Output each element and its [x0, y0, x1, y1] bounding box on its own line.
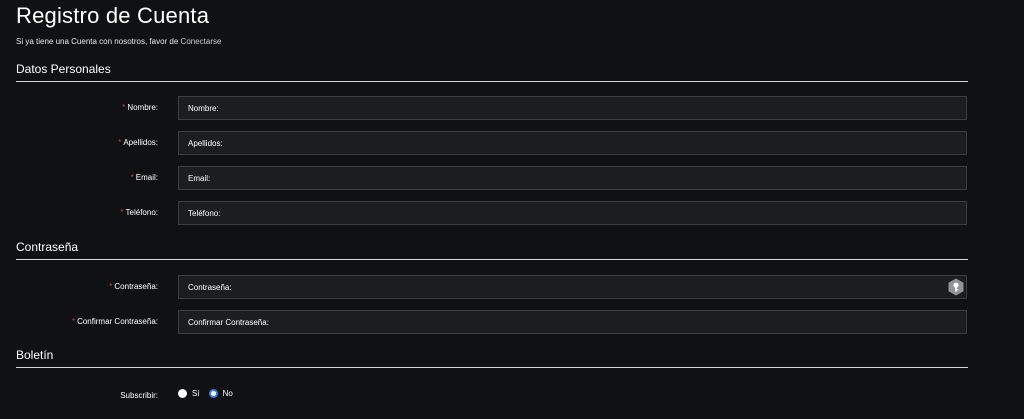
- subscribe-radio-group: Sí No: [178, 389, 242, 398]
- login-prompt: Si ya tiene una Cuenta con nosotros, fav…: [16, 37, 221, 46]
- required-mark: *: [120, 208, 124, 217]
- radio-no[interactable]: [208, 389, 218, 398]
- telefono-label-text: Teléfono:: [125, 208, 158, 217]
- section-heading-password: Contraseña: [16, 240, 968, 260]
- radio-no-label[interactable]: No: [223, 389, 233, 398]
- apellidos-input[interactable]: [178, 131, 967, 155]
- contrasena-input[interactable]: [178, 275, 967, 299]
- confirmar-label: * Confirmar Contraseña:: [72, 317, 158, 326]
- email-input[interactable]: [178, 166, 967, 190]
- required-mark: *: [71, 317, 76, 326]
- login-link[interactable]: Conectarse: [181, 37, 222, 46]
- section-heading-personal: Datos Personales: [16, 62, 968, 82]
- key-icon[interactable]: [948, 278, 964, 296]
- contrasena-label: * Contraseña:: [109, 282, 158, 291]
- required-mark: *: [130, 173, 134, 182]
- page-title: Registro de Cuenta: [16, 3, 210, 28]
- apellidos-label-text: Apellidos:: [123, 138, 158, 147]
- radio-si-label[interactable]: Sí: [192, 389, 200, 398]
- login-prompt-text: Si ya tiene una Cuenta con nosotros, fav…: [16, 37, 181, 46]
- apellidos-label: * Apellidos:: [118, 138, 158, 147]
- nombre-label: * Nombre:: [122, 103, 158, 112]
- confirmar-input[interactable]: [178, 310, 967, 334]
- nombre-label-text: Nombre:: [127, 103, 158, 112]
- email-label-text: Email:: [135, 173, 158, 182]
- required-mark: *: [109, 282, 113, 291]
- section-heading-newsletter: Boletín: [16, 348, 968, 368]
- subscribir-label: Subscribir:: [120, 391, 158, 400]
- required-mark: *: [118, 138, 122, 147]
- confirmar-label-text: Confirmar Contraseña:: [77, 317, 158, 326]
- email-label: * Email:: [131, 173, 158, 182]
- telefono-label: * Teléfono:: [120, 208, 158, 217]
- telefono-input[interactable]: [178, 201, 967, 225]
- registration-page: Registro de Cuenta Si ya tiene una Cuent…: [0, 0, 1024, 419]
- nombre-input[interactable]: [178, 96, 967, 120]
- radio-si[interactable]: [178, 389, 187, 398]
- subscribir-label-text: Subscribir:: [120, 391, 158, 400]
- required-mark: *: [122, 103, 126, 112]
- contrasena-label-text: Contraseña:: [114, 282, 158, 291]
